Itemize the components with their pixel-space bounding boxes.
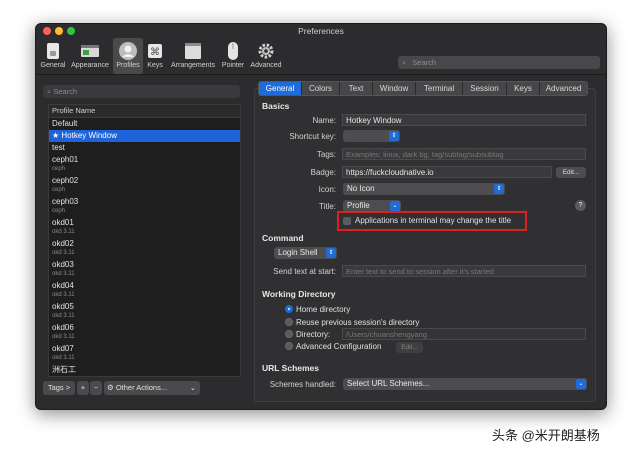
chevron-updown-icon: ⇕	[494, 184, 504, 194]
directory-radio[interactable]	[285, 330, 293, 338]
mouse-icon	[223, 41, 243, 61]
add-profile-button[interactable]: +	[77, 381, 89, 395]
advanced-config-label: Advanced Configuration	[296, 342, 382, 351]
profile-item[interactable]: okd03 okd 3.11	[49, 259, 240, 280]
working-directory-heading: Working Directory	[262, 289, 336, 299]
send-text-label: Send text at start:	[273, 267, 336, 276]
directory-field[interactable]: /Users/chuanshengyang	[342, 328, 586, 340]
profile-item[interactable]: okd01 okd 3.11	[49, 217, 240, 238]
profile-item[interactable]: ceph01 ceph	[49, 154, 240, 175]
toolbar: General Appearance Profiles ⌘ Keys Arran…	[36, 38, 606, 75]
advanced-config-radio[interactable]	[285, 342, 293, 350]
profile-list: Profile Name Default ★ Hotkey Window tes…	[48, 104, 241, 377]
command-heading: Command	[262, 233, 304, 243]
badge-field[interactable]: https://fuckcloudnative.io	[342, 166, 552, 178]
tab-text[interactable]: Text	[340, 82, 373, 95]
tab-advanced[interactable]: Advanced	[540, 82, 587, 95]
tab-colors[interactable]: Colors	[302, 82, 340, 95]
switch-icon	[43, 41, 63, 61]
tab-general[interactable]: General	[259, 82, 302, 95]
url-schemes-popup[interactable]: Select URL Schemes... ⌄	[343, 378, 587, 390]
profile-search-input[interactable]: ⌕ Search	[43, 85, 240, 98]
badge-label: Badge:	[310, 168, 336, 177]
profile-item[interactable]: 洲石工	[49, 364, 240, 376]
profile-item[interactable]: okd04 okd 3.11	[49, 280, 240, 301]
tab-window[interactable]: Window	[373, 82, 416, 95]
shortcut-key-label: Shortcut key:	[289, 132, 336, 141]
chevron-updown-icon: ⇕	[389, 131, 399, 141]
remove-profile-button[interactable]: −	[90, 381, 102, 395]
profile-item[interactable]: test	[49, 142, 240, 154]
settings-tabs: General Colors Text Window Terminal Sess…	[258, 81, 588, 96]
watermark: 头条 @米开朗基杨	[492, 428, 600, 443]
arrangements-icon	[183, 41, 203, 61]
title-bar: Preferences	[36, 24, 606, 38]
apps-change-title-checkbox[interactable]	[343, 217, 351, 225]
home-directory-radio[interactable]	[285, 305, 293, 313]
home-directory-label: Home directory	[296, 305, 351, 314]
reuse-directory-radio[interactable]	[285, 318, 293, 326]
name-field[interactable]: Hotkey Window	[342, 114, 586, 126]
toolbar-search-input[interactable]: ⌕ Search	[398, 56, 600, 69]
send-text-field[interactable]: Enter text to send to session after it’s…	[342, 265, 586, 277]
chevron-down-icon: ⌄	[390, 201, 400, 211]
toolbar-appearance[interactable]: Appearance	[69, 38, 111, 74]
search-icon: ⌕	[402, 58, 407, 67]
icon-label: Icon:	[318, 185, 336, 194]
chevron-down-icon: ⌄	[576, 379, 586, 389]
toolbar-advanced[interactable]: Advanced	[248, 38, 284, 74]
svg-text:⌘: ⌘	[150, 47, 160, 58]
profile-item[interactable]: okd07 okd 3.11	[49, 343, 240, 364]
profile-list-header[interactable]: Profile Name	[49, 105, 240, 118]
profile-item[interactable]: okd06 okd 3.11	[49, 322, 240, 343]
chevron-down-icon: ⌄	[189, 383, 196, 392]
toolbar-general[interactable]: General	[38, 38, 68, 74]
search-icon: ⌕	[47, 87, 52, 96]
reuse-directory-label: Reuse previous session's directory	[296, 318, 420, 327]
tags-label: Tags:	[316, 150, 336, 159]
command-popup[interactable]: Login Shell ⇕	[274, 247, 337, 259]
tags-field[interactable]: Examples: linux, dark bg, tag/subtag/sub…	[342, 148, 586, 160]
shortcut-key-popup[interactable]: ⇕	[343, 130, 400, 142]
toolbar-arrangements[interactable]: Arrangements	[168, 38, 218, 74]
tab-session[interactable]: Session	[463, 82, 507, 95]
profile-item[interactable]: okd02 okd 3.11	[49, 238, 240, 259]
gear-icon: ⚙	[107, 383, 114, 392]
tags-button[interactable]: Tags >	[43, 381, 75, 395]
help-button[interactable]: ?	[575, 200, 586, 211]
schemes-handled-label: Schemes handled:	[269, 380, 336, 389]
keys-icon: ⌘	[145, 41, 165, 61]
basics-heading: Basics	[262, 101, 290, 111]
title-label: Title:	[318, 202, 336, 211]
toolbar-profiles[interactable]: Profiles	[113, 38, 143, 74]
appearance-icon	[80, 41, 100, 61]
url-schemes-heading: URL Schemes	[262, 363, 320, 373]
profile-icon	[118, 41, 138, 61]
apps-change-title-label: Applications in terminal may change the …	[355, 216, 512, 225]
advanced-config-edit-button[interactable]: Edit...	[396, 342, 423, 353]
gear-icon	[256, 41, 276, 61]
profile-item[interactable]: ceph02 ceph	[49, 175, 240, 196]
profile-item-selected[interactable]: ★ Hotkey Window	[49, 130, 240, 142]
toolbar-keys[interactable]: ⌘ Keys	[144, 38, 166, 74]
tab-keys[interactable]: Keys	[507, 82, 540, 95]
profile-item[interactable]: okd05 okd 3.11	[49, 301, 240, 322]
other-actions-menu[interactable]: ⚙ Other Actions... ⌄	[104, 381, 200, 395]
profile-item[interactable]: Default	[49, 118, 240, 130]
directory-label: Directory:	[296, 330, 331, 339]
tab-terminal[interactable]: Terminal	[416, 82, 463, 95]
toolbar-pointer[interactable]: Pointer	[219, 38, 247, 74]
chevron-updown-icon: ⇕	[326, 248, 336, 258]
profile-item[interactable]: ceph03 ceph	[49, 196, 240, 217]
name-label: Name:	[312, 116, 336, 125]
badge-edit-button[interactable]: Edit...	[556, 167, 586, 178]
icon-popup[interactable]: No Icon ⇕	[343, 183, 505, 195]
window-title: Preferences	[298, 26, 344, 36]
